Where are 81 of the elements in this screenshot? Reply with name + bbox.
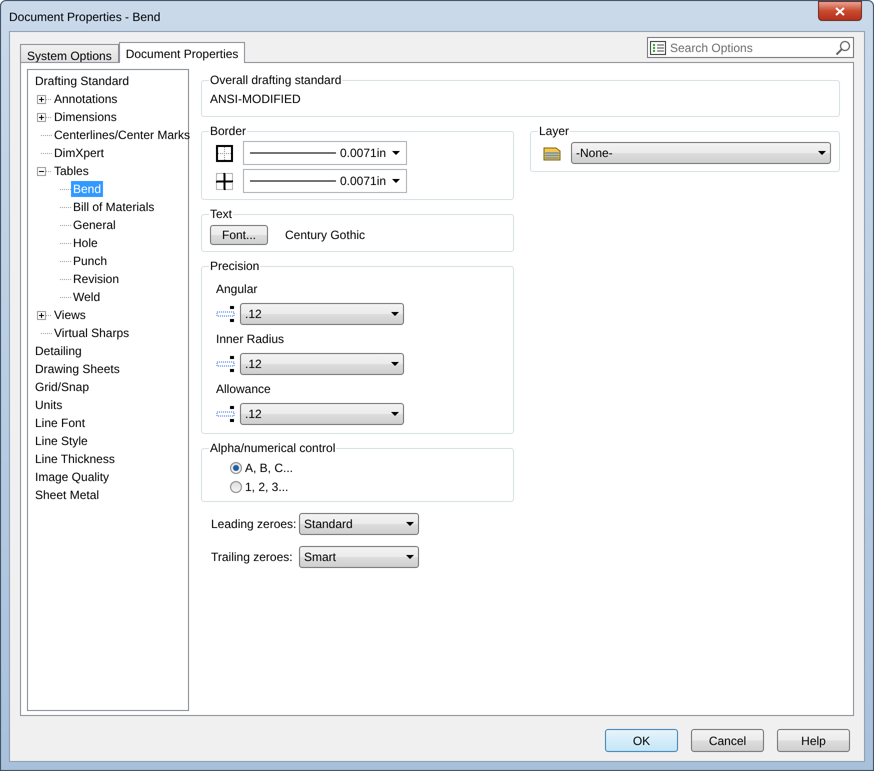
expand-icon[interactable] [37, 310, 46, 320]
tree-item[interactable]: Units [33, 397, 64, 413]
group-title: Overall drafting standard [209, 72, 342, 89]
caret-icon [391, 312, 399, 316]
dialog-button[interactable]: Help [777, 729, 850, 752]
precision-icon [216, 305, 236, 323]
tree-item[interactable]: Line Font [33, 415, 88, 431]
layers-icon [543, 145, 561, 161]
line-weight-dropdown[interactable]: 0.0071in [243, 141, 407, 165]
caret-icon [391, 362, 399, 366]
radio-button[interactable] [230, 480, 242, 492]
tree-item[interactable]: Drafting Standard [33, 73, 132, 89]
expand-icon[interactable] [37, 94, 46, 104]
tree-item[interactable]: Dimensions [52, 109, 119, 125]
font-name: Century Gothic [285, 227, 366, 244]
precision-icon [216, 355, 236, 373]
group-title: Alpha/numerical control [209, 440, 336, 457]
tree-item[interactable]: Grid/Snap [33, 379, 92, 395]
group-title: Precision [209, 258, 260, 275]
precision-label: Inner Radius [216, 331, 286, 348]
precision-label: Angular [216, 281, 258, 298]
precision-icon [216, 405, 236, 423]
tree-item[interactable]: Annotations [52, 91, 120, 107]
tab[interactable]: System Options [20, 44, 119, 62]
dialog-button[interactable]: OK [605, 729, 678, 752]
tree-item[interactable]: Virtual Sharps [52, 325, 132, 341]
collapse-icon[interactable] [37, 166, 46, 176]
tree-item[interactable]: Hole [71, 235, 100, 251]
radio-label: A, B, C... [245, 460, 294, 476]
standard-value: ANSI-MODIFIED [210, 91, 302, 108]
caret-icon [392, 151, 400, 155]
tree-item[interactable]: Line Thickness [33, 451, 117, 467]
caret-icon [391, 412, 399, 416]
list-check-icon [650, 40, 666, 54]
caret-icon [392, 179, 400, 183]
close-button[interactable] [818, 1, 862, 21]
tree-item[interactable]: Drawing Sheets [33, 361, 122, 377]
caret-icon [406, 555, 414, 559]
tree-item[interactable]: Weld [71, 289, 102, 305]
precision-dropdown[interactable]: .12 [240, 353, 404, 375]
layer-dropdown[interactable]: -None- [571, 142, 831, 164]
tree-item[interactable]: General [71, 217, 118, 233]
field-label: Leading zeroes: [211, 516, 293, 533]
zeroes-dropdown[interactable]: Standard [299, 513, 419, 535]
line-sample-icon [250, 152, 336, 154]
search-icon [835, 40, 851, 56]
close-icon [835, 6, 845, 16]
field-label: Trailing zeroes: [211, 549, 293, 566]
caret-icon [406, 522, 414, 526]
tree-item[interactable]: Views [52, 307, 88, 323]
tree-item[interactable]: Line Style [33, 433, 90, 449]
tree-item[interactable]: Tables [52, 163, 91, 179]
precision-label: Allowance [216, 381, 272, 398]
caret-icon [818, 151, 826, 155]
border-outer-icon [216, 144, 233, 162]
zeroes-dropdown[interactable]: Smart [299, 546, 419, 568]
line-sample-icon [250, 180, 336, 182]
dialog-button[interactable]: Cancel [691, 729, 764, 752]
tab[interactable]: Document Properties [118, 42, 246, 63]
expand-icon[interactable] [37, 112, 46, 122]
radio-label: 1, 2, 3... [245, 478, 288, 496]
line-weight-dropdown[interactable]: 0.0071in [243, 169, 407, 193]
search-field[interactable]: Search Options [670, 38, 831, 56]
tree-item[interactable]: Bill of Materials [71, 199, 156, 215]
precision-dropdown[interactable]: .12 [240, 403, 404, 425]
group-title: Border [209, 123, 248, 140]
precision-dropdown[interactable]: .12 [240, 303, 404, 325]
tree-item[interactable]: Sheet Metal [33, 487, 102, 503]
font-button[interactable]: Font... [210, 225, 268, 245]
search-box[interactable]: Search Options [647, 37, 854, 58]
tree-item[interactable]: Detailing [33, 343, 84, 359]
tree-item[interactable]: Image Quality [33, 469, 112, 485]
tree-item[interactable]: DimXpert [52, 145, 106, 161]
border-inner-icon [216, 172, 233, 190]
radio-button[interactable] [230, 462, 242, 474]
tree-item[interactable]: Centerlines/Center Marks [52, 127, 192, 143]
group-title: Text [209, 206, 234, 223]
group-title: Layer [538, 123, 570, 140]
tree-item[interactable]: Punch [71, 253, 110, 269]
window-title: Document Properties - Bend [9, 9, 160, 26]
tree-item[interactable]: Revision [71, 271, 122, 287]
